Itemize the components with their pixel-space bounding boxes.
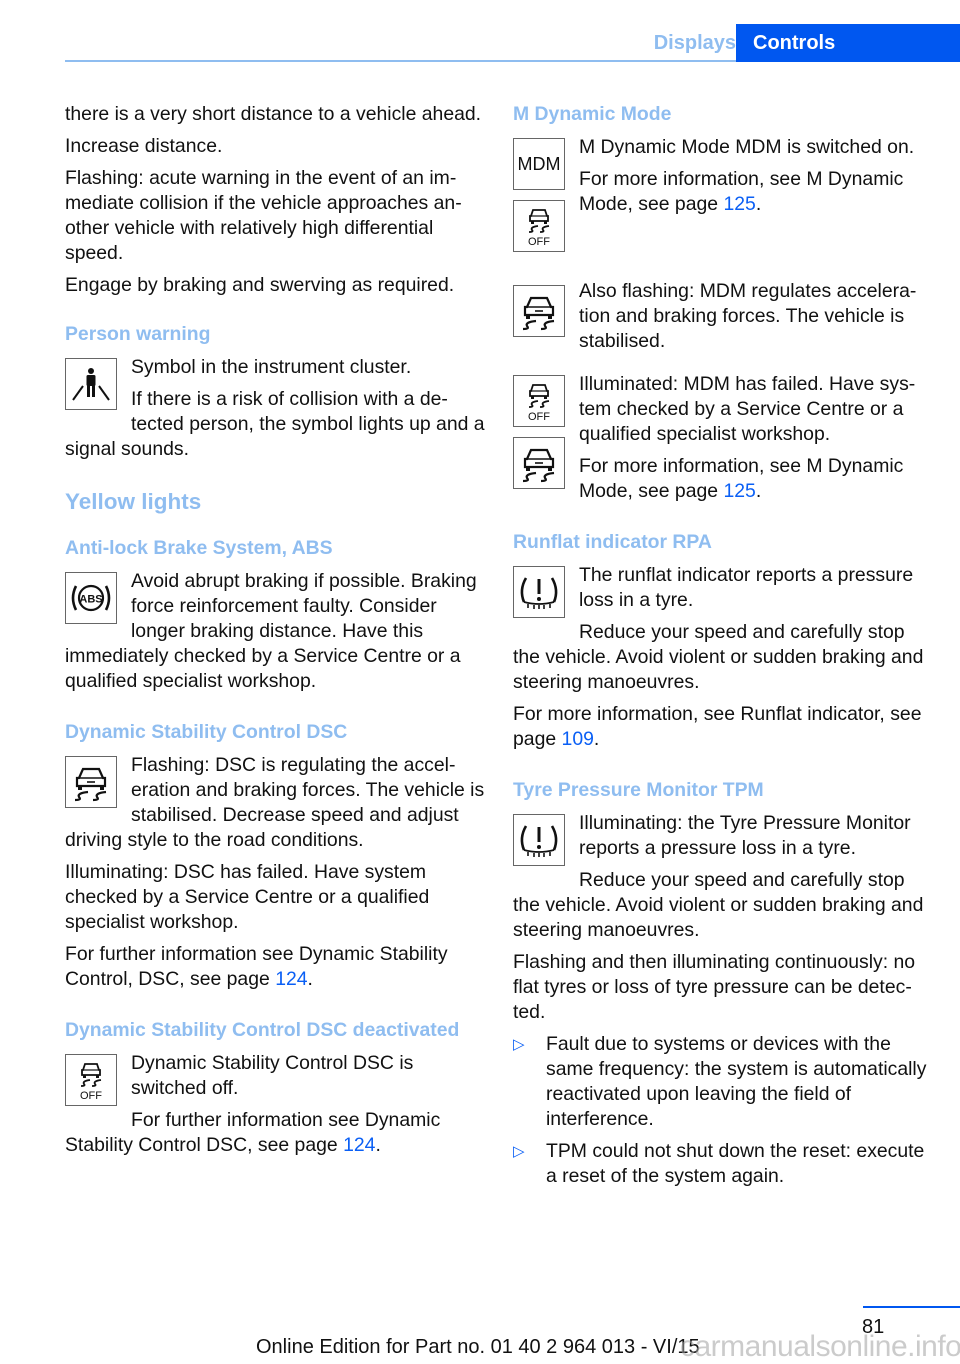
paragraph: Illuminating: the Tyre Pressure Monitor … [579, 812, 911, 859]
abs-icon: ABS [65, 572, 117, 624]
paragraph: For further information see Dynamic Stab… [65, 942, 485, 992]
mdm-icon-group: MDM OFF [513, 135, 565, 252]
section-title-abs: Anti-lock Brake System, ABS [65, 537, 333, 559]
paragraph: Dynamic Stability Control DSC is switche… [131, 1052, 414, 1099]
section-title-dsc: Dynamic Stability Control DSC [65, 721, 348, 743]
paragraph: Flashing: DSC is regulating the accel­er… [65, 754, 485, 851]
list-item-text: Fault due to systems or devices with the… [546, 1033, 927, 1130]
paragraph: For more information, see M Dynamic Mode… [513, 454, 933, 504]
paragraph: The runflat indicator reports a pressure… [579, 564, 914, 611]
paragraph: Also flashing: MDM regulates accelera­ti… [579, 280, 917, 352]
dsc-icon [513, 285, 565, 337]
left-column: there is a very short distance to a vehi… [65, 102, 485, 1165]
paragraph: For further information see Dynamic Stab… [65, 1108, 485, 1158]
page-link-124[interactable]: 124 [275, 968, 307, 990]
page-link-125[interactable]: 125 [723, 480, 755, 502]
dsc-off-icon: OFF [513, 375, 565, 427]
section-title-rpa: Runflat indicator RPA [513, 531, 712, 553]
footer-rule [863, 1306, 960, 1308]
page-link-124[interactable]: 124 [343, 1134, 375, 1156]
bullet-triangle-icon: ▷ [513, 1143, 525, 1160]
paragraph: Avoid abrupt braking if possible. Brak­i… [65, 570, 477, 692]
text: . [593, 728, 600, 750]
text: . [755, 193, 762, 215]
paragraph: For more information, see Runflat indica… [513, 702, 933, 752]
section-title-yellow-lights: Yellow lights [65, 489, 202, 514]
paragraph: For more information, see M Dynamic Mode… [513, 167, 933, 217]
text: For further information see Dynamic Stab… [65, 943, 448, 990]
text: . [755, 480, 762, 502]
paragraph: Flashing and then illuminating continuou… [513, 951, 916, 1023]
paragraph: Reduce your speed and carefully stop the… [513, 869, 924, 941]
section-title-mdm: M Dynamic Mode [513, 103, 672, 125]
tab-displays[interactable]: Displays [636, 24, 736, 62]
section-title-tpm: Tyre Pressure Monitor TPM [513, 779, 764, 801]
bullet-triangle-icon: ▷ [513, 1036, 525, 1053]
paragraph: Flashing: acute warning in the event of … [65, 167, 462, 264]
paragraph: M Dynamic Mode MDM is switched on. [579, 136, 915, 158]
svg-text:OFF: OFF [528, 236, 550, 248]
text: . [307, 968, 313, 990]
tyre-pressure-icon [513, 566, 565, 618]
paragraph: If there is a risk of collision with a d… [65, 388, 485, 460]
paragraph: Engage by braking and swerving as requir… [65, 274, 455, 296]
tyre-pressure-icon [513, 814, 565, 866]
paragraph: Reduce your speed and carefully stop the… [513, 621, 924, 693]
text: For further information see Dynamic Stab… [65, 1109, 441, 1156]
text: . [375, 1134, 381, 1156]
tab-controls[interactable]: Controls [736, 24, 960, 62]
edition-text: Online Edition for Part no. 01 40 2 964 … [256, 1336, 700, 1358]
list-item: ▷ Fault due to systems or devices with t… [513, 1032, 933, 1132]
svg-text:OFF: OFF [80, 1090, 102, 1102]
section-title-dsc-off: Dynamic Stability Control DSC deactivate… [65, 1019, 460, 1041]
mdm-icon: MDM [513, 138, 565, 190]
person-warning-icon [65, 358, 117, 410]
mdm-fail-icon-group: OFF [513, 372, 565, 489]
dsc-icon [513, 437, 565, 489]
dsc-icon [65, 756, 117, 808]
paragraph: Illuminating: DSC has failed. Have syste… [65, 861, 430, 933]
svg-text:ABS: ABS [79, 594, 102, 606]
dsc-off-icon: OFF [513, 200, 565, 252]
page-link-125[interactable]: 125 [723, 193, 755, 215]
paragraph: Illuminated: MDM has failed. Have sys­te… [579, 373, 916, 445]
section-title-person-warning: Person warning [65, 323, 211, 345]
list-item: ▷ TPM could not shut down the reset: exe… [513, 1139, 933, 1189]
paragraph: Symbol in the instrument cluster. [131, 356, 412, 378]
svg-text:OFF: OFF [528, 411, 550, 423]
paragraph: Increase distance. [65, 135, 223, 157]
mdm-icon-label: MDM [517, 153, 561, 174]
right-column: M Dynamic Mode MDM OFF M Dynamic Mode MD… [513, 102, 933, 1196]
dsc-off-icon: OFF [65, 1054, 117, 1106]
page-link-109[interactable]: 109 [562, 728, 594, 750]
paragraph: there is a very short distance to a vehi… [65, 103, 482, 125]
list-item-text: TPM could not shut down the reset: exe­c… [546, 1140, 925, 1187]
watermark: carmanualsonline.info [680, 1330, 960, 1363]
